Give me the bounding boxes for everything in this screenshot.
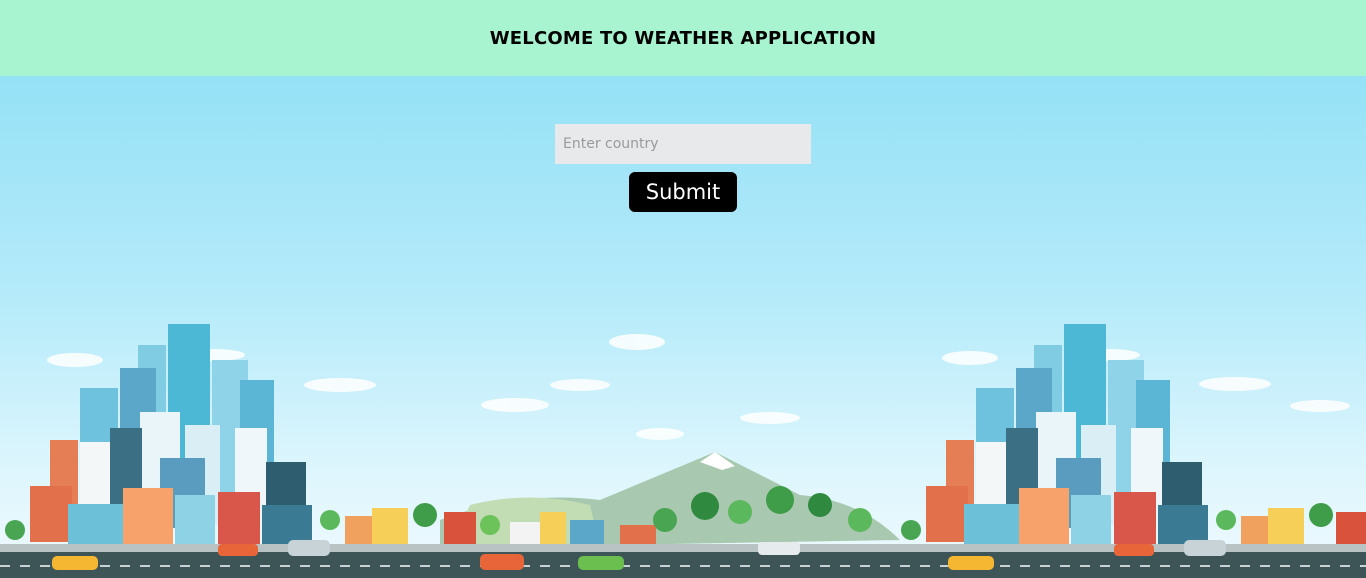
submit-button[interactable]: Submit	[629, 172, 737, 212]
country-input[interactable]	[555, 124, 811, 164]
page-title: WELCOME TO WEATHER APPLICATION	[489, 27, 877, 49]
app-header: WELCOME TO WEATHER APPLICATION	[0, 0, 1366, 76]
